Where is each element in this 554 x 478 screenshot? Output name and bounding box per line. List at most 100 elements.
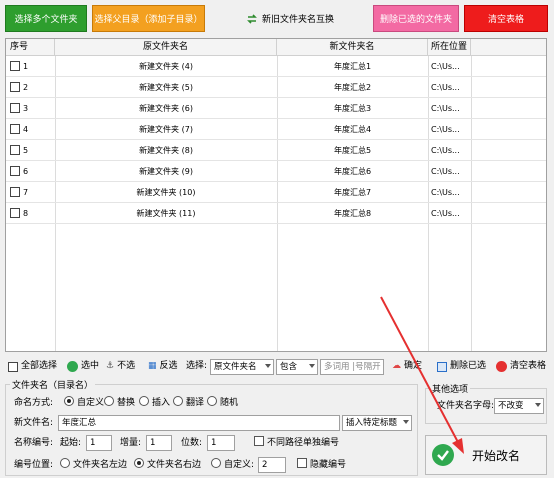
match-select-value: 包含 — [280, 362, 298, 372]
confirm-label: 确定 — [404, 361, 423, 371]
hide-number-label: 隐藏编号 — [310, 460, 347, 470]
header-new-name[interactable]: 新文件夹名 — [277, 39, 428, 56]
pos-right-label: 文件夹名右边 — [147, 460, 202, 470]
table-row[interactable]: 5 新建文件夹 (8) 年度汇总5 C:\Us... — [6, 140, 546, 161]
check-label: 选中 — [81, 361, 100, 371]
checkbox-box — [254, 436, 264, 446]
table-row[interactable]: 4 新建文件夹 (7) 年度汇总4 C:\Us... — [6, 119, 546, 140]
pos-left-radio[interactable]: 文件夹名左边 — [60, 457, 127, 473]
case-select-value: 不改变 — [498, 401, 524, 411]
confirm-button[interactable]: ☁ 确定 — [392, 358, 422, 375]
delete-icon — [437, 361, 447, 372]
table-row[interactable]: 6 新建文件夹 (9) 年度汇总6 C:\Us... — [6, 161, 546, 182]
old-name-cell: 新建文件夹 (8) — [139, 146, 193, 155]
new-name-cell: 年度汇总7 — [333, 188, 372, 197]
old-name-cell: 新建文件夹 (7) — [139, 125, 193, 134]
row-checkbox[interactable] — [10, 145, 20, 155]
separate-numbering-checkbox[interactable]: 不同路径单独编号 — [254, 435, 339, 451]
old-name-cell: 新建文件夹 (11) — [136, 209, 196, 218]
method-label: 命名方式: — [14, 398, 54, 408]
row-checkbox[interactable] — [10, 124, 20, 134]
numbering-label: 名称编号: — [14, 438, 54, 448]
match-select[interactable]: 包含 — [276, 359, 318, 375]
method-insert-radio[interactable]: 插入 — [139, 395, 170, 411]
uncheck-label: 不选 — [117, 361, 136, 371]
method-translate-radio[interactable]: 翻译 — [173, 395, 204, 411]
delete-selected-folders-button[interactable]: 删除已选的文件夹 — [373, 5, 459, 32]
table-row[interactable]: 3 新建文件夹 (6) 年度汇总3 C:\Us... — [6, 98, 546, 119]
table-row[interactable]: 1 新建文件夹 (4) 年度汇总1 C:\Us... — [6, 56, 546, 77]
step-label: 增量: — [120, 438, 142, 448]
check-button[interactable]: 选中 — [67, 358, 99, 375]
location-cell: C:\Us... — [431, 167, 460, 176]
uncheck-button[interactable]: ⚓ 不选 — [106, 358, 135, 375]
pos-custom-radio[interactable]: 自定义: — [211, 457, 254, 473]
row-checkbox[interactable] — [10, 103, 20, 113]
case-select[interactable]: 不改变 — [494, 398, 544, 414]
start-rename-button[interactable]: 开始改名 — [425, 435, 547, 475]
clear-table-small-button[interactable]: 清空表格 — [496, 358, 546, 375]
start-rename-label: 开始改名 — [472, 448, 521, 463]
step-input[interactable]: 1 — [146, 435, 172, 451]
clear-table-label: 清空表格 — [510, 361, 547, 371]
row-number: 8 — [23, 209, 29, 218]
table-row[interactable]: 8 新建文件夹 (11) 年度汇总8 C:\Us... — [6, 203, 546, 224]
row-checkbox[interactable] — [10, 208, 20, 218]
swap-names-button[interactable]: 新旧文件夹名互换 — [235, 5, 345, 32]
add-folders-button[interactable]: 选择多个文件夹 — [5, 5, 87, 32]
field-select[interactable]: 原文件夹名 — [210, 359, 274, 375]
row-checkbox[interactable] — [10, 82, 20, 92]
checkbox-box — [297, 458, 307, 468]
insert-title-select[interactable]: 插入特定标题 — [342, 415, 412, 431]
method-replace-label: 替换 — [117, 398, 136, 408]
header-old-name[interactable]: 原文件夹名 — [55, 39, 277, 56]
select-parent-button[interactable]: 选择父目录（添加子目录） — [92, 5, 205, 32]
field-select-value: 原文件夹名 — [214, 362, 257, 372]
custom-position-input[interactable]: 2 — [258, 457, 286, 473]
header-location[interactable]: 所在位置 — [428, 39, 471, 56]
radio-dot — [173, 396, 183, 406]
hide-number-checkbox[interactable]: 隐藏编号 — [297, 457, 346, 473]
table-row[interactable]: 2 新建文件夹 (5) 年度汇总2 C:\Us... — [6, 77, 546, 98]
pos-left-label: 文件夹名左边 — [73, 460, 128, 470]
row-number: 2 — [23, 83, 29, 92]
location-cell: C:\Us... — [431, 188, 460, 197]
row-number: 3 — [23, 104, 29, 113]
radio-dot — [104, 396, 114, 406]
filter-input[interactable]: 多词用 |号隔开 — [320, 359, 384, 375]
invert-button[interactable]: ▦ 反选 — [148, 358, 178, 375]
table-header: 序号 原文件夹名 新文件夹名 所在位置 — [6, 39, 546, 56]
old-name-cell: 新建文件夹 (5) — [139, 83, 193, 92]
pos-custom-label: 自定义: — [224, 460, 255, 470]
row-number: 4 — [23, 125, 29, 134]
radio-dot — [64, 396, 74, 406]
row-checkbox[interactable] — [10, 187, 20, 197]
method-custom-radio[interactable]: 自定义 — [64, 395, 104, 411]
delete-selected-button[interactable]: 删除已选 — [437, 358, 486, 375]
case-label: 文件夹名字母: — [437, 401, 495, 411]
table-row[interactable]: 7 新建文件夹 (10) 年度汇总7 C:\Us... — [6, 182, 546, 203]
location-cell: C:\Us... — [431, 146, 460, 155]
radio-dot — [134, 458, 144, 468]
clear-table-button[interactable]: 清空表格 — [464, 5, 548, 32]
start-input[interactable]: 1 — [86, 435, 112, 451]
method-random-radio[interactable]: 随机 — [207, 395, 238, 411]
new-name-cell: 年度汇总4 — [333, 125, 372, 134]
row-checkbox[interactable] — [10, 166, 20, 176]
anchor-icon: ⚓ — [106, 361, 115, 371]
new-name-cell: 年度汇总1 — [333, 62, 372, 71]
select-all-checkbox[interactable]: 全部选择 — [8, 358, 57, 375]
method-replace-radio[interactable]: 替换 — [104, 395, 135, 411]
new-name-input[interactable]: 年度汇总 — [58, 415, 340, 431]
pos-right-radio[interactable]: 文件夹名右边 — [134, 457, 201, 473]
location-cell: C:\Us... — [431, 62, 460, 71]
header-no[interactable]: 序号 — [10, 39, 55, 56]
row-checkbox[interactable] — [10, 61, 20, 71]
row-number: 5 — [23, 146, 29, 155]
new-name-cell: 年度汇总6 — [333, 167, 372, 176]
select-by-label: 选择: — [186, 361, 208, 371]
digits-input[interactable]: 1 — [207, 435, 235, 451]
method-insert-label: 插入 — [152, 398, 171, 408]
radio-dot — [207, 396, 217, 406]
new-name-cell: 年度汇总2 — [333, 83, 372, 92]
